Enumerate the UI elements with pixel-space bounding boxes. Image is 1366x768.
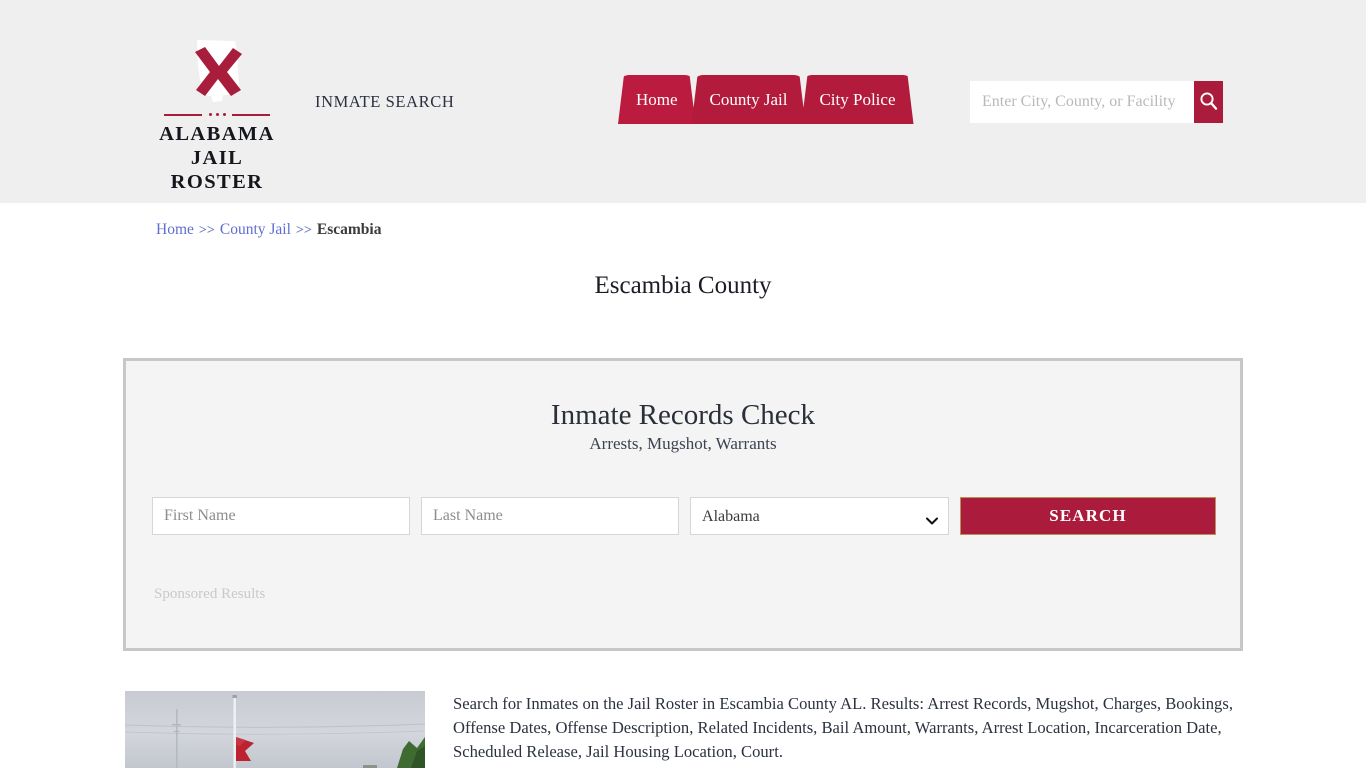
jail-photo-thumbnail[interactable] — [125, 691, 425, 768]
last-name-input[interactable] — [421, 497, 679, 535]
site-tagline: INMATE SEARCH — [315, 92, 454, 112]
logo-divider — [153, 110, 281, 120]
inmate-search-form: Alabama SEARCH — [152, 497, 1216, 535]
header-search — [970, 81, 1223, 123]
page-title: Escambia County — [0, 272, 1366, 300]
state-select[interactable]: Alabama — [690, 497, 949, 535]
header-search-button[interactable] — [1194, 81, 1223, 123]
nav-item-county-jail[interactable]: County Jail — [692, 75, 806, 124]
search-icon — [1199, 91, 1218, 113]
breadcrumb-link-home[interactable]: Home — [156, 221, 194, 238]
header-search-input[interactable] — [970, 81, 1194, 123]
nav-item-home[interactable]: Home — [618, 75, 696, 124]
logo-text-line1: ALABAMA — [153, 122, 281, 146]
search-submit-button[interactable]: SEARCH — [960, 497, 1216, 535]
page-description: Search for Inmates on the Jail Roster in… — [453, 692, 1243, 764]
sponsored-results-label: Sponsored Results — [154, 586, 265, 603]
first-name-input[interactable] — [152, 497, 410, 535]
site-logo[interactable]: ALABAMA JAIL ROSTER — [153, 38, 281, 194]
inmate-records-check-panel: Inmate Records Check Arrests, Mugshot, W… — [123, 358, 1243, 651]
breadcrumb-separator: >> — [296, 223, 312, 238]
breadcrumb-link-county-jail[interactable]: County Jail — [220, 221, 291, 238]
state-select-wrapper: Alabama — [690, 497, 949, 535]
panel-subtitle: Arrests, Mugshot, Warrants — [126, 434, 1240, 454]
alabama-state-flag-mark-icon — [153, 38, 281, 108]
breadcrumb: Home >> County Jail >> Escambia — [156, 221, 381, 239]
panel-title: Inmate Records Check — [126, 398, 1240, 432]
nav-item-city-police[interactable]: City Police — [801, 75, 913, 124]
site-header: ALABAMA JAIL ROSTER INMATE SEARCH HomeCo… — [0, 0, 1366, 203]
breadcrumb-separator: >> — [199, 223, 215, 238]
main-navigation: HomeCounty JailCity Police — [618, 75, 910, 127]
logo-text-line2: JAIL ROSTER — [153, 146, 281, 194]
breadcrumb-current: Escambia — [317, 221, 382, 238]
